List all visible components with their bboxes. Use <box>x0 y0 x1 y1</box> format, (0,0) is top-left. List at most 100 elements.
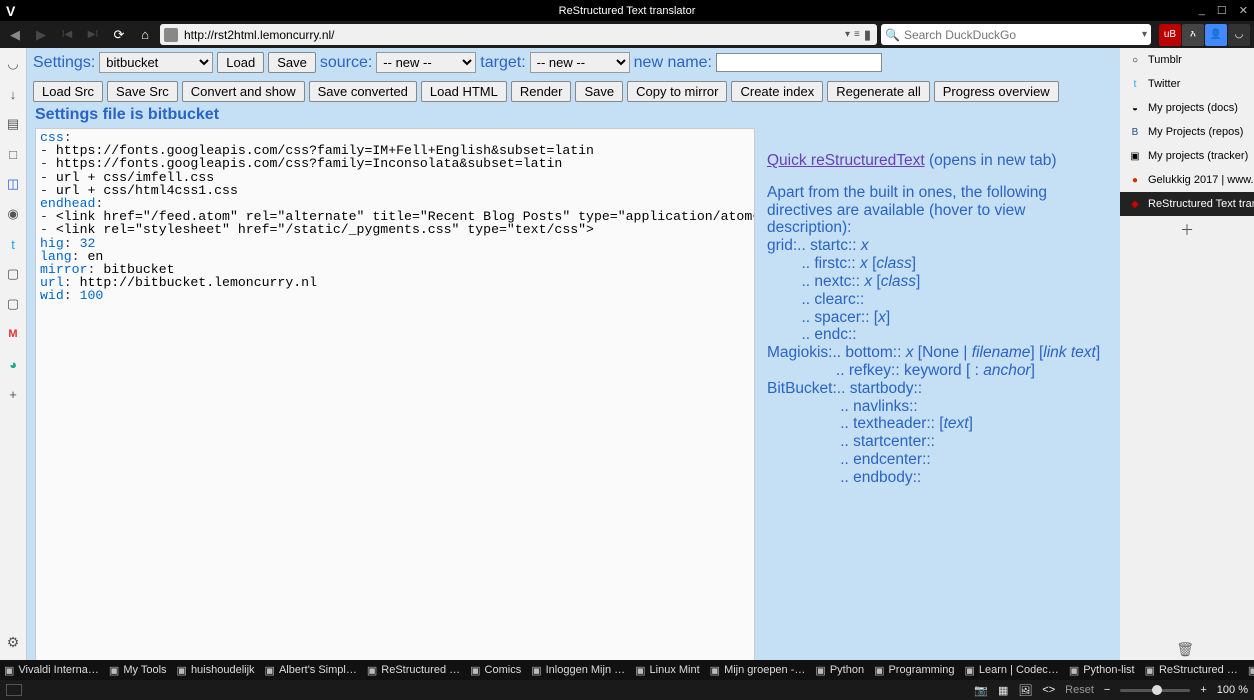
contacts-panel-icon[interactable]: ◫ <box>5 176 21 192</box>
twitter-panel-icon[interactable]: t <box>5 236 21 252</box>
url-input[interactable] <box>184 28 843 42</box>
bookmark-5[interactable]: ▣Comics <box>470 664 521 677</box>
page-panel-icon[interactable]: ▢ <box>5 266 21 282</box>
bookmark-11[interactable]: ▣Learn | Codec… <box>965 664 1059 677</box>
newname-input[interactable] <box>716 53 882 72</box>
rewind-icon[interactable]: I◀ <box>56 24 78 46</box>
add-panel-icon[interactable]: + <box>5 386 21 402</box>
screenshot-icon[interactable]: 📷 <box>974 684 988 697</box>
minimize-button[interactable]: _ <box>1199 4 1205 17</box>
doc-panel-icon[interactable]: □ <box>5 146 21 162</box>
bookmark-1[interactable]: ▣My Tools <box>109 664 167 677</box>
tb2-btn-4[interactable]: Load HTML <box>421 81 507 102</box>
code-box[interactable]: css: - https://fonts.googleapis.com/css?… <box>35 128 755 672</box>
tb2-btn-3[interactable]: Save converted <box>309 81 417 102</box>
load-button[interactable]: Load <box>217 52 264 73</box>
bookmarks-panel-icon[interactable]: ◡ <box>5 56 21 72</box>
bookmark-14[interactable]: ▣mypages <box>1248 664 1254 677</box>
zoom-out-icon[interactable]: − <box>1104 684 1110 696</box>
settings-panel-icon[interactable]: ⚙ <box>5 634 21 650</box>
quick-rst-link[interactable]: Quick reStructuredText <box>767 152 925 169</box>
pocket-icon[interactable]: ◡ <box>1228 24 1250 46</box>
downloads-panel-icon[interactable]: ↓ <box>5 86 21 102</box>
tab-5[interactable]: ●Gelukkig 2017 | www.mag <box>1120 168 1254 192</box>
tab-2[interactable]: ◒My projects (docs) <box>1120 96 1254 120</box>
bookmark-12[interactable]: ▣Python-list <box>1069 664 1135 677</box>
bookmark-2[interactable]: ▣huishoudelijk <box>177 664 255 677</box>
rss-icon[interactable]: እ <box>1182 24 1204 46</box>
notif-icon[interactable]: 👤 <box>1205 24 1227 46</box>
bookmark-10[interactable]: ▣Programming <box>874 664 954 677</box>
back-icon[interactable]: ◀ <box>4 24 26 46</box>
search-field[interactable]: 🔍 ▾ <box>881 24 1151 45</box>
tab-icon: ● <box>1128 173 1142 187</box>
tb2-btn-8[interactable]: Create index <box>731 81 823 102</box>
save-button[interactable]: Save <box>268 52 316 73</box>
search-dropdown-icon[interactable]: ▾ <box>1142 29 1147 40</box>
tab-icon: B <box>1128 125 1142 139</box>
tb2-btn-5[interactable]: Render <box>511 81 572 102</box>
reload-icon[interactable]: ⟳ <box>108 24 130 46</box>
new-tab-button[interactable]: ＋ <box>1120 216 1254 244</box>
maximize-button[interactable]: ☐ <box>1217 4 1227 17</box>
bookmark-7[interactable]: ▣Linux Mint <box>635 664 700 677</box>
tb2-btn-10[interactable]: Progress overview <box>934 81 1059 102</box>
ref-line: .. spacer:: [x] <box>767 309 1108 327</box>
zoom-in-icon[interactable]: + <box>1200 684 1206 696</box>
target-panel-icon[interactable]: ◉ <box>5 206 21 222</box>
tab-3[interactable]: BMy Projects (repos) <box>1120 120 1254 144</box>
reader-icon[interactable]: ▮ <box>864 27 871 43</box>
bookmark-4[interactable]: ▣ReStructured … <box>367 664 460 677</box>
whatsapp-panel-icon[interactable]: ◕ <box>5 356 21 372</box>
gmail-panel-icon[interactable]: M <box>5 326 21 342</box>
ref-line: .. nextc:: x [class] <box>767 273 1108 291</box>
tiling-icon[interactable]: ▦ <box>998 684 1008 697</box>
folder-icon: ▣ <box>1248 664 1254 677</box>
forward-icon[interactable]: ▶ <box>30 24 52 46</box>
settings-select[interactable]: bitbucket <box>99 52 213 73</box>
notes-panel-icon[interactable]: ▤ <box>5 116 21 132</box>
source-select[interactable]: -- new -- <box>376 52 476 73</box>
page2-panel-icon[interactable]: ▢ <box>5 296 21 312</box>
tab-label: My projects (tracker) <box>1148 150 1248 162</box>
tb2-btn-1[interactable]: Save Src <box>107 81 178 102</box>
bookmark-13[interactable]: ▣ReStructured … <box>1145 664 1238 677</box>
bookmark-9[interactable]: ▣Python <box>815 664 864 677</box>
tb2-btn-0[interactable]: Load Src <box>33 81 103 102</box>
home-icon[interactable]: ⌂ <box>134 24 156 46</box>
ref-line: .. clearc:: <box>767 291 1108 309</box>
url-expand-icon[interactable]: ≡ <box>854 29 860 40</box>
ublock-icon[interactable]: uB <box>1159 24 1181 46</box>
folder-icon: ▣ <box>1145 664 1155 677</box>
tab-1[interactable]: tTwitter <box>1120 72 1254 96</box>
code-icon[interactable]: <> <box>1042 684 1055 696</box>
tb2-btn-9[interactable]: Regenerate all <box>827 81 930 102</box>
bookmark-8[interactable]: ▣Mijn groepen -… <box>710 664 806 677</box>
folder-icon: ▣ <box>4 664 14 677</box>
close-button[interactable]: ✕ <box>1239 4 1248 17</box>
target-select[interactable]: -- new -- <box>530 52 630 73</box>
url-field[interactable]: ▾ ≡ ▮ <box>160 24 877 45</box>
zoom-reset[interactable]: Reset <box>1065 684 1094 696</box>
url-dropdown-icon[interactable]: ▾ <box>845 29 850 40</box>
trash-icon[interactable]: 🗑 <box>1176 641 1194 658</box>
folder-icon: ▣ <box>367 664 377 677</box>
tab-6[interactable]: ◆ReStructured Text transla <box>1120 192 1254 216</box>
tb2-btn-6[interactable]: Save <box>575 81 623 102</box>
images-icon[interactable]: 🖼 <box>1018 684 1032 697</box>
bookmark-3[interactable]: ▣Albert's Simpl… <box>265 664 357 677</box>
bookmark-6[interactable]: ▣Inloggen Mijn … <box>531 664 625 677</box>
panel-toggle-icon[interactable] <box>6 684 22 696</box>
folder-icon: ▣ <box>265 664 275 677</box>
tab-0[interactable]: ○Tumblr <box>1120 48 1254 72</box>
bookmarks-bar: ▣Vivaldi Interna… ▣My Tools ▣huishoudelijk… <box>0 660 1254 680</box>
toolbar-row-1: Settings: bitbucket Load Save source: --… <box>27 48 1120 77</box>
newname-label: new name: <box>634 54 712 72</box>
tb2-btn-2[interactable]: Convert and show <box>182 81 305 102</box>
fastfwd-icon[interactable]: ▶I <box>82 24 104 46</box>
search-input[interactable] <box>904 28 1142 42</box>
tab-4[interactable]: ▣My projects (tracker) <box>1120 144 1254 168</box>
bookmark-0[interactable]: ▣Vivaldi Interna… <box>4 664 99 677</box>
tb2-btn-7[interactable]: Copy to mirror <box>627 81 727 102</box>
zoom-slider[interactable] <box>1120 689 1190 692</box>
